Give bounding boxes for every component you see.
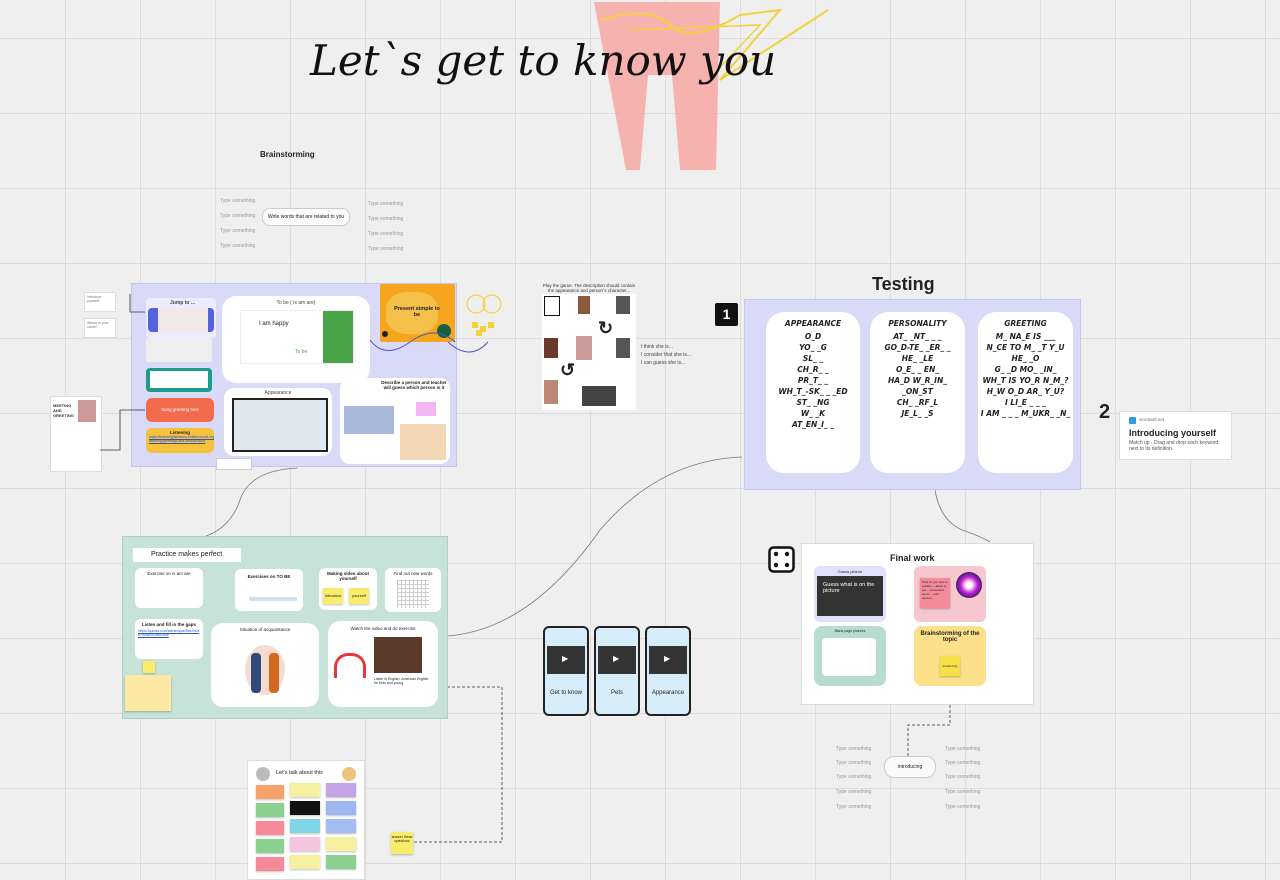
guess-head: Guess picture [837,569,863,574]
exercise-label: Exercise on is am are [147,571,191,576]
practice-title: Practice makes perfect [133,548,241,562]
note [326,801,356,815]
note [256,803,284,817]
exercise-card[interactable]: Find out new words [385,568,441,612]
note [256,821,284,835]
exercise-card[interactable]: Listen and fill in the gaps https://quiz… [135,619,203,659]
note [256,785,284,799]
exercise-label: Listen and fill in the gaps [141,622,196,627]
blank-box [822,638,876,676]
exercise-label: Making video about yourself [326,571,369,581]
blank-head: Blank page pictures [834,629,866,633]
exercise-label: Find out new words [393,571,433,576]
intro-map-node[interactable]: Type something [945,804,980,810]
video-thumb [374,637,422,673]
video-thumb [649,646,687,674]
note [326,837,356,851]
exercise-card[interactable]: Exercises on TO BE [235,569,303,611]
exercise-label: Exercises on TO BE [247,574,291,579]
phone-label: Get to know [549,690,582,696]
intro-map-node[interactable]: Type something [836,804,871,810]
blank-card[interactable]: Blank page pictures [814,626,886,686]
phone-card[interactable]: Pets [594,626,640,716]
guess-box: Guess what is on the picture [817,576,883,616]
note [290,855,320,869]
exercise-label: Situation of acquaintance [239,627,291,632]
yellow-note [125,675,171,711]
phone-label: Appearance [651,690,685,696]
board-connectors [100,294,991,843]
sticky-card[interactable]: Post for you how to explain ... about a … [914,566,986,622]
note [326,783,356,797]
note [290,819,320,833]
intro-map-node[interactable]: Type something [945,774,980,780]
note [256,839,284,853]
exercise-preview [249,597,297,601]
intro-map-node[interactable]: Type something [836,760,871,766]
talk-face [256,767,270,781]
exercise-card[interactable]: Situation of acquaintance [211,623,319,707]
guess-card[interactable]: Guess picture Guess what is on the pictu… [814,566,886,622]
exercise-card[interactable]: Exercise on is am are [135,568,203,608]
yourself-sticky[interactable]: yourself [349,588,369,604]
brainstorm-topic-label: Brainstorming of the topic [920,631,980,643]
note [290,783,320,797]
intro-map-node[interactable]: Type something [836,774,871,780]
intro-map-node[interactable]: Type something [836,789,871,795]
exercise-card[interactable]: Making video about yourself Introduce yo… [319,568,377,610]
intro-map-node[interactable]: Type something [836,746,871,752]
pink-sticky[interactable]: Post for you how to explain ... about a … [920,578,950,608]
dice-icon [768,546,795,573]
introduce-sticky[interactable]: Introduce [323,588,343,604]
person-left [251,653,261,693]
exercise-card[interactable]: Watch the video and do exercise Listen i… [328,621,438,707]
talk-face [342,767,356,781]
phone-card[interactable]: Appearance [645,626,691,716]
guess-text: Guess what is on the picture [823,582,875,594]
yellow-sticky[interactable]: introducing [940,656,960,676]
word-grid [397,580,429,608]
final-work-frame[interactable]: Final work Guess picture Guess what is o… [801,543,1034,705]
note [290,837,320,851]
exercise-link[interactable]: https://quizizz.com/admin/quiz/5ea7b0da7… [135,627,203,639]
note [290,801,320,815]
person-right [269,653,279,693]
yellow-note [143,661,155,673]
video-caption: Listen in English: American English for … [374,677,429,685]
answer-sticky[interactable]: answer these questions [391,832,413,854]
note [326,819,356,833]
phone-card[interactable]: Get to know [543,626,589,716]
practice-frame[interactable]: Practice makes perfect Exercise on is am… [122,536,448,719]
talk-card[interactable]: Let's talk about this [247,760,365,880]
intro-map-center[interactable]: introducing [884,756,936,778]
video-thumb [547,646,585,674]
headphones-icon [334,653,366,678]
brainstorm-topic-card[interactable]: Brainstorming of the topic introducing [914,626,986,686]
note [326,855,356,869]
video-thumb [598,646,636,674]
intro-map-node[interactable]: Type something [945,746,980,752]
final-work-title: Final work [890,553,935,563]
exercise-label: Watch the video and do exercise [350,626,416,631]
intro-map-node[interactable]: Type something [945,789,980,795]
phone-label: Pets [610,690,623,696]
note [256,857,284,871]
orb-icon [956,572,982,598]
talk-title: Let's talk about this [276,770,323,776]
intro-map-node[interactable]: Type something [945,760,980,766]
